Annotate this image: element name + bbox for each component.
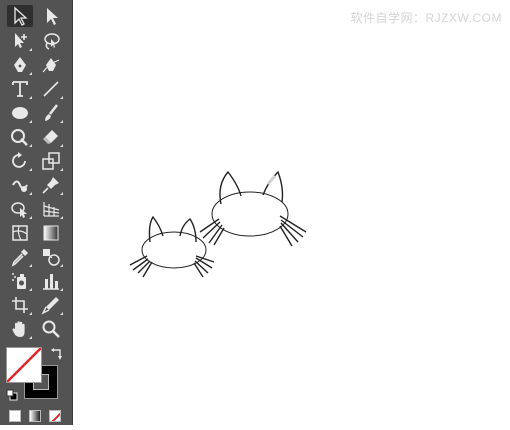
shaper-icon — [11, 129, 28, 146]
gradient-tool[interactable] — [38, 222, 64, 244]
mesh-icon — [12, 225, 28, 241]
puppet-warp-tool[interactable] — [38, 174, 64, 196]
eraser-icon — [43, 130, 58, 144]
mesh-tool[interactable] — [7, 222, 33, 244]
eyedropper-tool[interactable] — [7, 246, 33, 268]
eyedropper-icon — [11, 249, 28, 267]
type-tool[interactable] — [7, 78, 33, 100]
shape-builder-tool[interactable] — [7, 198, 33, 220]
default-fill-stroke-button[interactable] — [6, 388, 18, 401]
line-segment-tool[interactable] — [38, 78, 64, 100]
type-t-icon — [12, 81, 28, 97]
pin-icon — [42, 177, 59, 194]
curvature-tool[interactable] — [38, 54, 64, 76]
perspective-grid-icon — [43, 202, 60, 217]
direct-selection-arrow-icon — [47, 8, 58, 25]
lasso-tool[interactable] — [38, 30, 64, 52]
ellipse-icon — [12, 107, 28, 119]
gradient-mode-button[interactable] — [29, 410, 41, 422]
artboard-tool[interactable] — [7, 294, 33, 316]
default-colors-icon — [6, 389, 18, 401]
rotate-icon — [12, 152, 26, 168]
none-slash-icon — [7, 348, 41, 382]
none-slash-icon — [51, 412, 60, 421]
direct-selection-tool[interactable] — [38, 5, 64, 27]
slice-tool[interactable] — [38, 294, 64, 316]
pen-nib-icon — [14, 57, 26, 72]
column-graph-icon — [43, 274, 59, 290]
shaper-tool[interactable] — [7, 126, 33, 148]
scale-tool[interactable] — [38, 150, 64, 172]
warp-icon — [12, 180, 28, 192]
warp-tool[interactable] — [7, 174, 33, 196]
ellipse-tool[interactable] — [7, 102, 33, 124]
artboard-canvas[interactable] — [74, 0, 510, 425]
selection-tool[interactable] — [7, 5, 33, 27]
perspective-grid-tool[interactable] — [38, 198, 64, 220]
column-graph-tool[interactable] — [38, 270, 64, 292]
hand-icon — [12, 321, 25, 337]
swap-fill-stroke-button[interactable] — [50, 347, 64, 361]
zoom-tool[interactable] — [38, 318, 64, 340]
blend-icon — [43, 249, 60, 266]
gradient-icon — [43, 225, 59, 241]
symbol-sprayer-tool[interactable] — [7, 270, 33, 292]
blend-tool[interactable] — [38, 246, 64, 268]
rotate-tool[interactable] — [7, 150, 33, 172]
paintbrush-icon — [45, 104, 58, 121]
swap-arrows-icon — [51, 348, 62, 360]
eraser-tool[interactable] — [38, 126, 64, 148]
cat-face-small[interactable] — [129, 215, 215, 278]
cat-face-large[interactable] — [199, 170, 307, 247]
none-mode-button[interactable] — [49, 410, 61, 422]
color-mode-button[interactable] — [9, 410, 21, 422]
fill-swatch-none[interactable] — [6, 347, 42, 383]
artwork — [129, 170, 307, 278]
magic-wand-tool[interactable] — [7, 30, 33, 52]
artboard-icon — [12, 297, 28, 313]
selection-arrow-icon — [14, 6, 28, 26]
slice-knife-icon — [41, 297, 59, 315]
curvature-pen-icon — [42, 58, 60, 73]
scale-icon — [42, 152, 60, 170]
magnifier-icon — [42, 320, 60, 338]
paintbrush-tool[interactable] — [38, 102, 64, 124]
pen-tool[interactable] — [7, 54, 33, 76]
symbol-sprayer-icon — [12, 273, 26, 289]
magic-wand-icon — [15, 33, 27, 48]
lasso-icon — [44, 33, 60, 50]
tools-panel — [0, 0, 73, 425]
shape-builder-icon — [11, 202, 27, 218]
hand-tool[interactable] — [7, 318, 33, 340]
line-segment-icon — [43, 81, 59, 97]
